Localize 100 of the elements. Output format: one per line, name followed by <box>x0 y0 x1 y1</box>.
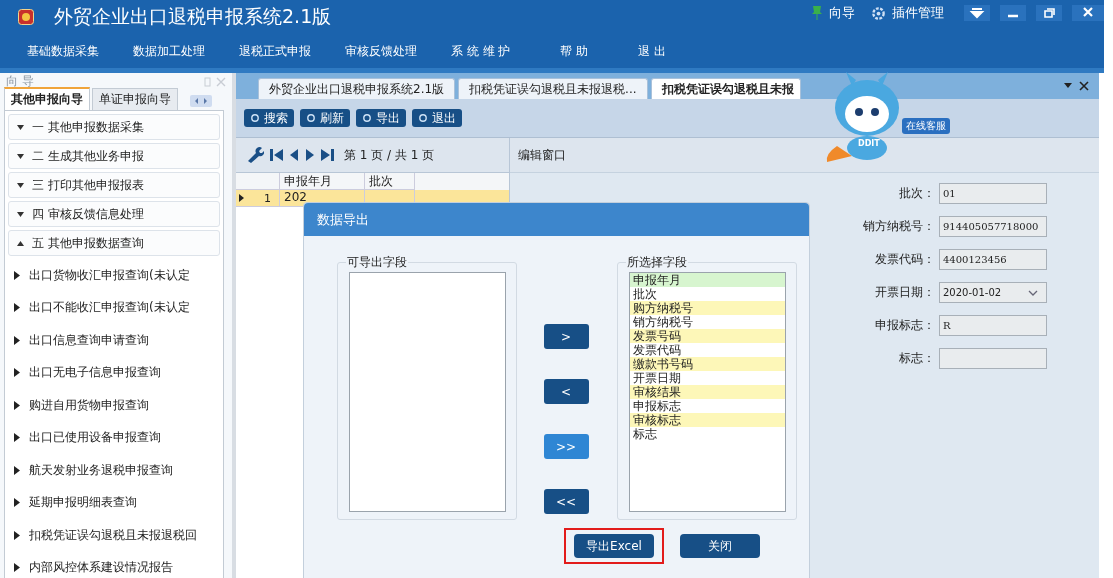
button-glyph-icon <box>250 113 260 123</box>
sidebar-item[interactable]: 出口信息查询申请查询 <box>29 331 149 349</box>
input-field[interactable]: 914405057718000 <box>939 216 1047 237</box>
window-title: 外贸企业出口退税申报系统2.1版 <box>54 4 332 29</box>
toolbar-button[interactable]: 导出 <box>356 109 406 127</box>
caret-icon <box>17 182 24 188</box>
sidebar-item[interactable]: 出口不能收汇申报查询(未认定 <box>29 299 190 317</box>
document-tab[interactable]: 扣税凭证误勾退税且未报退税... <box>458 78 648 99</box>
field-label: 批次： <box>899 185 935 202</box>
move-button[interactable]: << <box>543 489 589 514</box>
accordion-section[interactable]: 四 审核反馈信息处理 <box>8 201 220 227</box>
list-item[interactable]: 申报年月 <box>629 273 785 287</box>
previous-page-icon[interactable] <box>289 148 299 162</box>
close-icon[interactable] <box>1079 81 1089 91</box>
list-item[interactable]: 审核结果 <box>629 385 785 399</box>
triangle-icon <box>14 400 20 410</box>
move-button[interactable]: < <box>543 379 589 404</box>
scroll-arrows-icon[interactable] <box>190 95 212 107</box>
list-item[interactable]: 发票号码 <box>629 329 785 343</box>
wrench-icon[interactable] <box>246 147 264 163</box>
input-field[interactable]: R <box>939 315 1047 336</box>
accordion-section[interactable]: 二 生成其他业务申报 <box>8 143 220 169</box>
pin-icon <box>811 5 823 21</box>
menu-item[interactable]: 系 统 维 护 <box>451 42 511 60</box>
minimize-icon[interactable] <box>1000 5 1026 21</box>
list-item[interactable]: 开票日期 <box>629 371 785 385</box>
toolbar-button[interactable]: 退出 <box>412 109 462 127</box>
button-glyph-icon <box>306 113 316 123</box>
settings-icon <box>871 5 886 21</box>
move-button[interactable]: >> <box>543 434 589 459</box>
triangle-icon <box>14 465 20 475</box>
menu-item[interactable]: 退 出 <box>638 42 667 60</box>
button-glyph-icon <box>418 113 428 123</box>
menu-item[interactable]: 基础数据采集 <box>27 42 99 60</box>
row-number: 1 <box>264 191 271 205</box>
list-item[interactable]: 标志 <box>629 427 785 441</box>
triangle-icon <box>14 433 20 443</box>
panel-title: 向 导 <box>6 73 34 90</box>
selected-fields-list[interactable]: 申报年月 批次 购方纳税号 销方纳税号 发票号码 发票代码 缴款书号码 开票日期 审核结果 申报标志 审核标志 标志 <box>628 272 786 512</box>
sidebar-tab[interactable]: 单证申报向导 <box>92 88 178 110</box>
mascot-drawing[interactable]: 在线客服 DDIT <box>812 66 962 166</box>
toolbar-button[interactable]: 刷新 <box>300 109 350 127</box>
field-label: 标志： <box>899 350 935 367</box>
sidebar-item[interactable]: 购进自用货物申报查询 <box>29 396 149 414</box>
plugin-manager-link[interactable]: 插件管理 <box>892 4 944 22</box>
triangle-icon <box>14 530 20 540</box>
input-field[interactable]: 01 <box>939 183 1047 204</box>
list-item[interactable]: 发票代码 <box>629 343 785 357</box>
document-tab[interactable]: 扣税凭证误勾退税且未报 <box>650 78 801 99</box>
last-page-icon[interactable] <box>321 148 334 162</box>
list-item[interactable]: 申报标志 <box>629 399 785 413</box>
list-item[interactable]: 缴款书号码 <box>629 357 785 371</box>
available-fields-list[interactable] <box>348 272 506 512</box>
caret-icon <box>17 124 24 130</box>
document-tab[interactable]: 外贸企业出口退税申报系统2.1版 <box>258 78 456 99</box>
panel-title: 编辑窗口 <box>518 146 566 164</box>
sidebar-item[interactable]: 出口无电子信息申报查询 <box>29 364 161 382</box>
guide-link[interactable]: 向导 <box>829 4 855 22</box>
input-field[interactable]: 4400123456 <box>939 249 1047 270</box>
restore-icon[interactable] <box>1036 5 1062 21</box>
sidebar-item[interactable]: 延期申报明细表查询 <box>29 494 137 512</box>
triangle-icon <box>14 335 20 345</box>
accordion-section[interactable]: 五 其他申报数据查询 <box>8 230 220 256</box>
sidebar-item[interactable]: 航天发射业务退税申报查询 <box>29 461 173 479</box>
list-item[interactable]: 购方纳税号 <box>629 301 785 315</box>
move-button[interactable]: > <box>543 324 589 349</box>
sidebar-item[interactable]: 扣税凭证误勾退税且未报退税回 <box>29 526 197 544</box>
first-page-icon[interactable] <box>270 148 283 162</box>
sidebar-tab[interactable]: 其他申报向导 <box>4 87 90 110</box>
page-indicator: 第 1 页 / 共 1 页 <box>344 146 435 164</box>
field-label: 开票日期： <box>875 284 935 301</box>
dropdown-icon[interactable] <box>964 5 990 21</box>
sidebar-item[interactable]: 内部风控体系建设情况报告 <box>29 559 173 577</box>
field-label: 申报标志： <box>875 317 935 334</box>
menu-item[interactable]: 审核反馈处理 <box>345 42 417 60</box>
list-item[interactable]: 销方纳税号 <box>629 315 785 329</box>
accordion-section[interactable]: 一 其他申报数据采集 <box>8 114 220 140</box>
list-item[interactable]: 审核标志 <box>629 413 785 427</box>
toolbar-button[interactable]: 搜索 <box>244 109 294 127</box>
date-dropdown[interactable]: 2020-01-02 <box>939 282 1047 303</box>
menu-item[interactable]: 退税正式申报 <box>239 42 311 60</box>
group-label: 所选择字段 <box>626 254 688 271</box>
input-field[interactable] <box>939 348 1047 369</box>
dropdown-icon[interactable] <box>1063 83 1073 89</box>
triangle-icon <box>14 270 20 280</box>
dialog-button[interactable]: 关闭 <box>680 534 760 558</box>
next-page-icon[interactable] <box>305 148 315 162</box>
chevron-down-icon <box>1028 289 1038 296</box>
menu-item[interactable]: 帮 助 <box>560 42 589 60</box>
button-glyph-icon <box>362 113 372 123</box>
list-item[interactable]: 批次 <box>629 287 785 301</box>
group-label: 可导出字段 <box>346 254 408 271</box>
triangle-icon <box>14 498 20 508</box>
sidebar-item[interactable]: 出口货物收汇申报查询(未认定 <box>29 266 190 284</box>
accordion-section[interactable]: 三 打印其他申报报表 <box>8 172 220 198</box>
close-icon[interactable] <box>1072 5 1104 21</box>
menu-item[interactable]: 数据加工处理 <box>133 42 205 60</box>
caret-icon <box>17 211 24 217</box>
sidebar-item[interactable]: 出口已使用设备申报查询 <box>29 429 161 447</box>
export-excel-button[interactable]: 导出Excel <box>574 534 654 558</box>
